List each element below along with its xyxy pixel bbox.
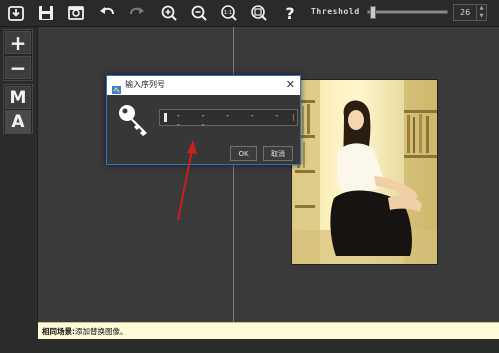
fit-icon[interactable] <box>248 2 270 24</box>
text-caret <box>164 113 167 122</box>
threshold-slider-thumb[interactable] <box>370 6 376 19</box>
add-remove-group: + − <box>3 29 33 81</box>
status-text: 相同场景:添加替换图像。 <box>42 326 128 337</box>
preview-icon[interactable] <box>65 2 87 24</box>
tool-sidebar: + − M A <box>0 27 38 322</box>
add-button[interactable]: + <box>5 31 31 55</box>
threshold-slider-track[interactable] <box>367 10 448 14</box>
import-icon[interactable] <box>5 2 27 24</box>
help-icon[interactable]: ? <box>279 2 301 24</box>
dialog-titlebar[interactable]: 输入序列号 ✕ <box>107 76 300 95</box>
zoom-out-icon[interactable] <box>188 2 210 24</box>
threshold-slider[interactable] <box>367 6 448 19</box>
threshold-stepper[interactable]: 26 ▲ ▼ <box>453 4 487 21</box>
app-icon <box>112 80 122 99</box>
actual-size-label: 1:1 <box>224 10 233 16</box>
threshold-label: Threshold <box>311 7 360 16</box>
cancel-button[interactable]: 取消 <box>263 146 293 161</box>
actual-size-icon[interactable]: 1:1 <box>218 2 240 24</box>
serial-mask: - - - - - - - <box>176 111 287 129</box>
stepper-down-icon[interactable]: ▼ <box>477 13 486 21</box>
save-icon[interactable] <box>35 2 57 24</box>
key-icon <box>117 103 151 141</box>
mode-group: M A <box>3 84 33 134</box>
pane-divider[interactable] <box>233 27 234 322</box>
remove-button[interactable]: − <box>5 56 31 80</box>
zoom-in-icon[interactable] <box>158 2 180 24</box>
status-message: 添加替换图像。 <box>75 327 128 336</box>
serial-input[interactable]: - - - - - - - <box>159 109 298 129</box>
target-photo <box>291 79 438 265</box>
threshold-value[interactable]: 26 <box>454 8 476 17</box>
sidebar-footer <box>0 322 38 339</box>
serial-dialog: 输入序列号 ✕ - - - - - - - OK 取消 <box>106 75 301 165</box>
ok-button[interactable]: OK <box>230 146 257 161</box>
status-bar: 相同场景:添加替换图像。 <box>38 322 499 339</box>
dialog-title: 输入序列号 <box>125 80 165 89</box>
mode-m-button[interactable]: M <box>5 86 31 109</box>
mode-a-button[interactable]: A <box>5 110 31 133</box>
help-label: ? <box>285 3 295 23</box>
input-end-marker <box>293 114 294 121</box>
dialog-close-button[interactable]: ✕ <box>286 78 295 91</box>
status-label: 相同场景: <box>42 327 75 336</box>
toolbar: 1:1 ? Threshold 26 ▲ ▼ <box>0 0 499 27</box>
redo-icon[interactable] <box>126 2 148 24</box>
undo-icon[interactable] <box>96 2 118 24</box>
stepper-up-icon[interactable]: ▲ <box>477 5 486 13</box>
bottom-strip <box>0 339 499 353</box>
